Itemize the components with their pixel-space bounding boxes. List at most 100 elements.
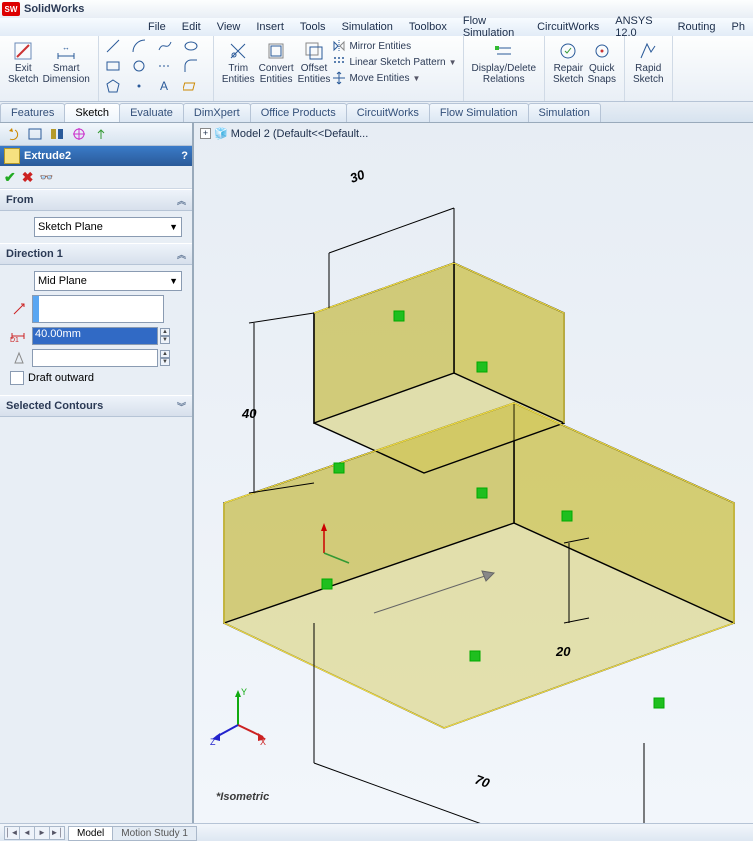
sketch-icon <box>12 40 34 62</box>
undo-icon[interactable] <box>4 126 22 142</box>
direction-vector-input[interactable] <box>32 295 164 323</box>
app-logo: SW <box>2 2 20 16</box>
trim-icon <box>227 40 249 62</box>
help-icon[interactable]: ? <box>181 150 188 162</box>
graphics-viewport[interactable]: + 🧊 Model 2 (Default<<Default... <box>194 123 753 823</box>
chevron-up-icon: ︽ <box>177 248 186 261</box>
depth-spinner[interactable]: ▲▼ <box>160 328 170 344</box>
relations-label: Display/Delete Relations <box>472 63 536 85</box>
convert-label: Convert Entities <box>259 63 294 85</box>
reverse-icon[interactable] <box>10 301 28 317</box>
snaps-button[interactable]: Quick Snaps <box>588 38 616 85</box>
tab-sketch[interactable]: Sketch <box>64 103 120 122</box>
mirror-label: Mirror Entities <box>349 41 411 52</box>
convert-icon <box>265 40 287 62</box>
dim-20[interactable]: 20 <box>555 644 571 659</box>
tab-simulation[interactable]: Simulation <box>528 103 601 122</box>
rect-tool-icon[interactable] <box>105 58 129 76</box>
move-button[interactable]: Move Entities▼ <box>332 71 456 85</box>
move-icon <box>332 71 346 85</box>
menu-toolbox[interactable]: Toolbox <box>409 21 447 33</box>
cancel-icon[interactable]: ✖ <box>22 169 34 186</box>
tab-circuitworks[interactable]: CircuitWorks <box>346 103 430 122</box>
smart-dimension-button[interactable]: ↔ Smart Dimension <box>43 38 90 85</box>
menu-simulation[interactable]: Simulation <box>342 21 393 33</box>
menu-file[interactable]: File <box>148 21 166 33</box>
centerline-tool-icon[interactable] <box>157 58 181 76</box>
circle-tool-icon[interactable] <box>131 58 155 76</box>
spline-tool-icon[interactable] <box>157 38 181 56</box>
snaps-label: Quick Snaps <box>588 63 616 85</box>
dimension-icon: ↔ <box>55 40 77 62</box>
tab-model[interactable]: Model <box>68 826 113 841</box>
draft-input[interactable] <box>32 349 158 367</box>
view-triad: Y X Z <box>208 685 268 748</box>
repair-label: Repair Sketch <box>553 63 584 85</box>
trim-button[interactable]: Trim Entities <box>222 38 255 85</box>
draft-outward-checkbox[interactable] <box>10 371 24 385</box>
dim-70[interactable]: 70 <box>473 772 492 791</box>
contours-header[interactable]: Selected Contours ︾ <box>0 395 192 417</box>
dim-40[interactable]: 40 <box>241 406 257 421</box>
relations-icon <box>493 40 515 62</box>
menu-insert[interactable]: Insert <box>256 21 284 33</box>
repair-button[interactable]: Repair Sketch <box>553 38 584 85</box>
offset-button[interactable]: Offset Entities <box>298 38 331 85</box>
tab-features[interactable]: Features <box>0 103 65 122</box>
mirror-button[interactable]: Mirror Entities <box>332 39 456 53</box>
line-tool-icon[interactable] <box>105 38 129 56</box>
from-header[interactable]: From ︽ <box>0 189 192 211</box>
arc-tool-icon[interactable] <box>131 38 155 56</box>
menu-photo[interactable]: Ph <box>732 21 745 33</box>
svg-text:X: X <box>260 737 266 745</box>
chevron-up-icon: ︽ <box>177 194 186 207</box>
trim-label: Trim Entities <box>222 63 255 85</box>
preview-icon[interactable]: 👓 <box>39 171 53 184</box>
convert-button[interactable]: Convert Entities <box>259 38 294 85</box>
point-tool-icon[interactable] <box>131 78 155 96</box>
dim-30[interactable]: 30 <box>348 167 367 186</box>
fillet-tool-icon[interactable] <box>183 58 207 76</box>
polygon-tool-icon[interactable] <box>105 78 129 96</box>
menu-edit[interactable]: Edit <box>182 21 201 33</box>
draft-icon[interactable] <box>10 350 28 366</box>
from-value: Sketch Plane <box>38 221 103 233</box>
repair-icon <box>557 40 579 62</box>
direction-combo[interactable]: Mid Plane ▼ <box>34 271 182 291</box>
tab-nav-buttons[interactable]: │◄◄►►│ <box>4 826 64 840</box>
menu-routing[interactable]: Routing <box>678 21 716 33</box>
depth-input[interactable]: 40.00mm <box>32 327 158 345</box>
pattern-button[interactable]: Linear Sketch Pattern▼ <box>332 55 456 69</box>
menu-tools[interactable]: Tools <box>300 21 326 33</box>
tab-office[interactable]: Office Products <box>250 103 347 122</box>
direction-header[interactable]: Direction 1 ︽ <box>0 243 192 265</box>
exit-sketch-label: Exit Sketch <box>8 63 39 85</box>
uparrow-icon[interactable] <box>92 126 110 142</box>
config-icon[interactable] <box>26 126 44 142</box>
tab-flowsim[interactable]: Flow Simulation <box>429 103 529 122</box>
rapid-button[interactable]: Rapid Sketch <box>633 38 664 85</box>
chevron-down-icon: ︾ <box>177 400 186 413</box>
extrude-feature-icon <box>4 148 20 164</box>
snaps-icon <box>591 40 613 62</box>
plane-tool-icon[interactable] <box>183 78 207 96</box>
text-tool-icon[interactable]: A <box>157 78 181 96</box>
menu-bar: File Edit View Insert Tools Simulation T… <box>0 18 753 36</box>
ok-icon[interactable]: ✔ <box>4 169 16 186</box>
target-icon[interactable] <box>70 126 88 142</box>
ellipse-tool-icon[interactable] <box>183 38 207 56</box>
app-name: SolidWorks <box>24 3 84 15</box>
draft-outward-label: Draft outward <box>28 372 94 384</box>
relations-button[interactable]: Display/Delete Relations <box>472 38 536 85</box>
from-combo[interactable]: Sketch Plane ▼ <box>34 217 182 237</box>
display-icon[interactable] <box>48 126 66 142</box>
draft-spinner[interactable]: ▲▼ <box>160 350 170 366</box>
from-label: From <box>6 194 34 206</box>
menu-view[interactable]: View <box>217 21 241 33</box>
exit-sketch-button[interactable]: Exit Sketch <box>8 38 39 85</box>
menu-circuitworks[interactable]: CircuitWorks <box>537 21 599 33</box>
offset-label: Offset Entities <box>298 63 331 85</box>
tab-motion-study[interactable]: Motion Study 1 <box>112 826 197 841</box>
tab-dimxpert[interactable]: DimXpert <box>183 103 251 122</box>
tab-evaluate[interactable]: Evaluate <box>119 103 184 122</box>
